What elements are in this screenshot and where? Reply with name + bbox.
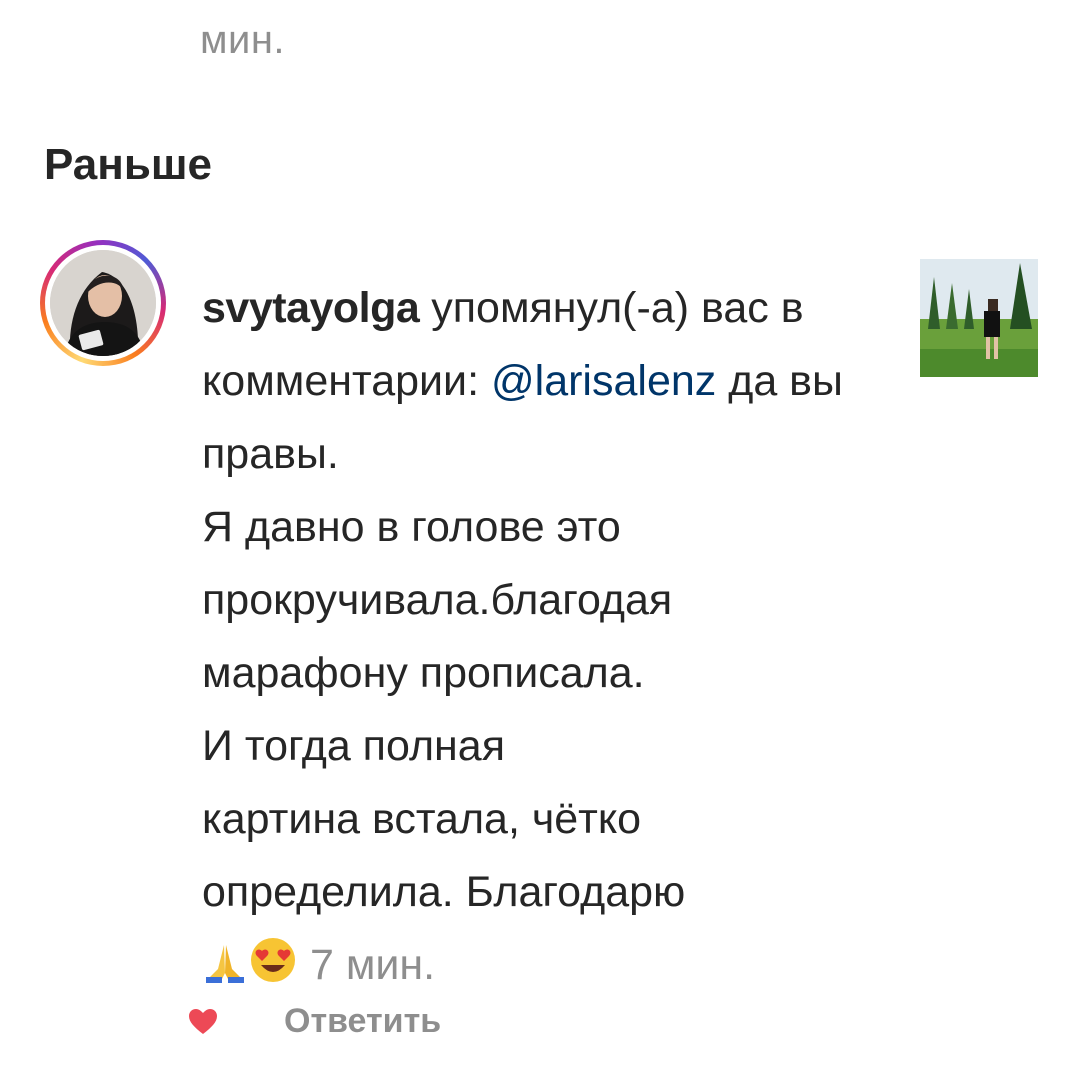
comment-line: определила. Благодарю xyxy=(202,868,686,916)
section-title: Раньше xyxy=(44,140,213,189)
comment-line: марафону прописала. xyxy=(202,649,645,697)
heart-icon[interactable] xyxy=(188,1008,218,1041)
username-link[interactable]: svytayolga xyxy=(202,284,420,332)
comment-line: Я давно в голове это xyxy=(202,503,621,551)
comment-line: картина встала, чётко xyxy=(202,795,642,843)
notification-text[interactable]: svytayolga упомянул(-а) вас в комментари… xyxy=(202,272,882,1008)
comment-line: И тогда полная xyxy=(202,722,505,770)
post-thumbnail[interactable] xyxy=(920,259,1038,377)
notification-timestamp: 7 мин. xyxy=(309,941,436,989)
mention-link[interactable]: @larisalenz xyxy=(491,357,716,405)
previous-timestamp: мин. xyxy=(200,18,286,62)
avatar-story-ring[interactable] xyxy=(40,240,166,366)
heart-eyes-icon xyxy=(248,935,298,1008)
avatar[interactable] xyxy=(50,250,156,356)
folded-hands-icon xyxy=(202,935,248,1008)
reply-button[interactable]: Ответить xyxy=(284,1002,441,1041)
comment-line: прокручивала.благодая xyxy=(202,576,673,624)
